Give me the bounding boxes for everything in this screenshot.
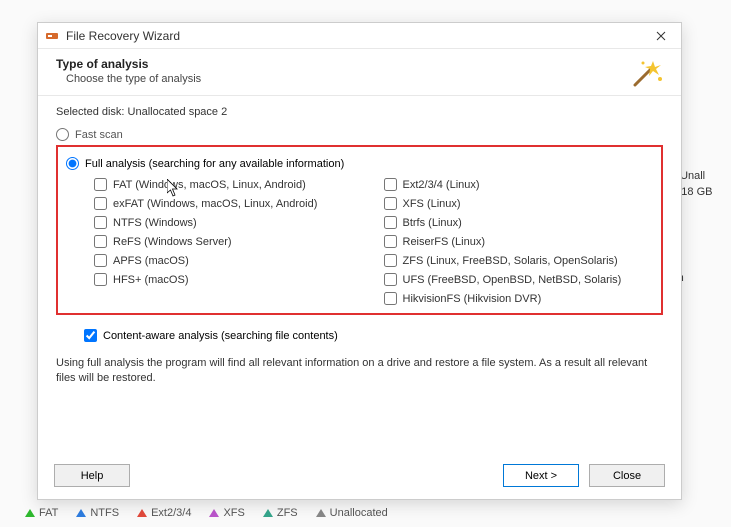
fs-apfs[interactable]: APFS (macOS) <box>94 254 364 267</box>
triangle-icon <box>76 509 86 517</box>
close-icon[interactable] <box>647 26 675 46</box>
fs-exfat[interactable]: exFAT (Windows, macOS, Linux, Android) <box>94 197 364 210</box>
fs-refs[interactable]: ReFS (Windows Server) <box>94 235 364 248</box>
fs-reiserfs[interactable]: ReiserFS (Linux) <box>384 235 654 248</box>
full-analysis-highlight: Full analysis (searching for any availab… <box>56 145 663 315</box>
triangle-icon <box>137 509 147 517</box>
triangle-icon <box>209 509 219 517</box>
close-button[interactable]: Close <box>589 464 665 487</box>
info-text: Using full analysis the program will fin… <box>56 356 663 387</box>
fast-scan-radio[interactable]: Fast scan <box>56 128 663 141</box>
fs-zfs[interactable]: ZFS (Linux, FreeBSD, Solaris, OpenSolari… <box>384 254 654 267</box>
wizard-footer: Help Next > Close <box>38 456 681 499</box>
legend-xfs: XFS <box>209 507 244 519</box>
header-title: Type of analysis <box>56 57 663 71</box>
content-aware-input[interactable] <box>84 329 97 342</box>
full-analysis-radio[interactable]: Full analysis (searching for any availab… <box>66 157 653 170</box>
fs-btrfs[interactable]: Btrfs (Linux) <box>384 216 654 229</box>
fs-fat[interactable]: FAT (Windows, macOS, Linux, Android) <box>94 178 364 191</box>
full-analysis-label: Full analysis (searching for any availab… <box>85 158 344 170</box>
fs-hikvision[interactable]: HikvisionFS (Hikvision DVR) <box>384 292 654 305</box>
titlebar: File Recovery Wizard <box>38 23 681 49</box>
bg-legend: FAT NTFS Ext2/3/4 XFS ZFS Unallocated <box>25 507 388 519</box>
bg-unalloc-name: Unall <box>680 170 705 182</box>
legend-ntfs: NTFS <box>76 507 119 519</box>
filesystem-grid: FAT (Windows, macOS, Linux, Android) Ext… <box>94 178 653 305</box>
wizard-body: Selected disk: Unallocated space 2 Fast … <box>38 96 681 456</box>
header-subtitle: Choose the type of analysis <box>66 73 663 85</box>
fs-hfsplus[interactable]: HFS+ (macOS) <box>94 273 364 286</box>
legend-fat: FAT <box>25 507 58 519</box>
wizard-header: Type of analysis Choose the type of anal… <box>38 49 681 96</box>
triangle-icon <box>316 509 326 517</box>
content-aware-checkbox[interactable]: Content-aware analysis (searching file c… <box>84 329 663 342</box>
triangle-icon <box>25 509 35 517</box>
app-icon <box>44 28 60 44</box>
selected-disk-label: Selected disk: Unallocated space 2 <box>56 106 663 118</box>
fs-xfs[interactable]: XFS (Linux) <box>384 197 654 210</box>
next-button[interactable]: Next > <box>503 464 579 487</box>
wizard-dialog: File Recovery Wizard Type of analysis Ch… <box>37 22 682 500</box>
fast-scan-label: Fast scan <box>75 129 123 141</box>
content-aware-label: Content-aware analysis (searching file c… <box>103 330 338 342</box>
fs-ufs[interactable]: UFS (FreeBSD, OpenBSD, NetBSD, Solaris) <box>384 273 654 286</box>
titlebar-title: File Recovery Wizard <box>66 29 647 43</box>
legend-ext: Ext2/3/4 <box>137 507 191 519</box>
fs-ext234[interactable]: Ext2/3/4 (Linux) <box>384 178 654 191</box>
fs-ntfs[interactable]: NTFS (Windows) <box>94 216 364 229</box>
legend-unallocated: Unallocated <box>316 507 388 519</box>
legend-zfs: ZFS <box>263 507 298 519</box>
help-button[interactable]: Help <box>54 464 130 487</box>
fast-scan-radio-input[interactable] <box>56 128 69 141</box>
full-analysis-radio-input[interactable] <box>66 157 79 170</box>
magic-wand-icon <box>629 55 667 93</box>
triangle-icon <box>263 509 273 517</box>
